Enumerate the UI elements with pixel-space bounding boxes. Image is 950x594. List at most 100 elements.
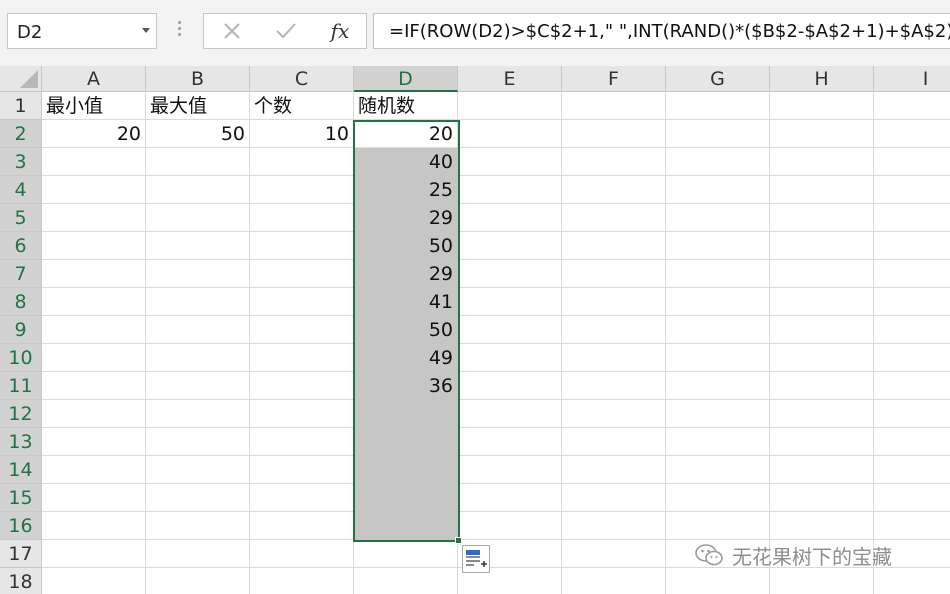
cell-g6[interactable] xyxy=(666,232,770,260)
column-header-i[interactable]: I xyxy=(874,66,950,92)
cell-h2[interactable] xyxy=(770,120,874,148)
cell-f2[interactable] xyxy=(562,120,666,148)
cell-a5[interactable] xyxy=(42,204,146,232)
cell-f8[interactable] xyxy=(562,288,666,316)
cell-c5[interactable] xyxy=(250,204,354,232)
cell-d12[interactable] xyxy=(354,400,458,428)
cell-d13[interactable] xyxy=(354,428,458,456)
cell-h1[interactable] xyxy=(770,92,874,120)
cell-d18[interactable] xyxy=(354,568,458,594)
cell-h13[interactable] xyxy=(770,428,874,456)
cell-a17[interactable] xyxy=(42,540,146,568)
cell-e15[interactable] xyxy=(458,484,562,512)
cell-g13[interactable] xyxy=(666,428,770,456)
formula-input[interactable]: =IF(ROW(D2)>$C$2+1," ",INT(RAND()*($B$2-… xyxy=(373,13,950,49)
cell-h9[interactable] xyxy=(770,316,874,344)
quick-analysis-button[interactable] xyxy=(462,545,490,573)
cell-a4[interactable] xyxy=(42,176,146,204)
row-header-1[interactable]: 1 xyxy=(0,92,42,120)
cell-g16[interactable] xyxy=(666,512,770,540)
cell-h4[interactable] xyxy=(770,176,874,204)
cell-i1[interactable] xyxy=(874,92,950,120)
cell-b9[interactable] xyxy=(146,316,250,344)
row-header-13[interactable]: 13 xyxy=(0,428,42,456)
drag-handle-icon[interactable] xyxy=(176,21,182,43)
cell-b16[interactable] xyxy=(146,512,250,540)
cell-c18[interactable] xyxy=(250,568,354,594)
cell-e14[interactable] xyxy=(458,456,562,484)
cell-c1[interactable]: 个数 xyxy=(250,92,354,120)
cell-f9[interactable] xyxy=(562,316,666,344)
enter-button[interactable] xyxy=(260,14,312,48)
cell-g7[interactable] xyxy=(666,260,770,288)
cell-g11[interactable] xyxy=(666,372,770,400)
cell-d8[interactable]: 41 xyxy=(354,288,458,316)
column-header-d[interactable]: D xyxy=(354,66,458,92)
cell-h15[interactable] xyxy=(770,484,874,512)
row-header-4[interactable]: 4 xyxy=(0,176,42,204)
row-header-7[interactable]: 7 xyxy=(0,260,42,288)
row-header-18[interactable]: 18 xyxy=(0,568,42,594)
cell-f14[interactable] xyxy=(562,456,666,484)
fill-handle[interactable] xyxy=(455,537,462,544)
row-header-3[interactable]: 3 xyxy=(0,148,42,176)
select-all-button[interactable] xyxy=(0,66,42,92)
cell-b14[interactable] xyxy=(146,456,250,484)
cell-f16[interactable] xyxy=(562,512,666,540)
name-box[interactable]: D2 xyxy=(7,13,157,49)
cell-a18[interactable] xyxy=(42,568,146,594)
cell-i11[interactable] xyxy=(874,372,950,400)
cell-e4[interactable] xyxy=(458,176,562,204)
row-header-14[interactable]: 14 xyxy=(0,456,42,484)
cell-i18[interactable] xyxy=(874,568,950,594)
cell-a13[interactable] xyxy=(42,428,146,456)
cell-a11[interactable] xyxy=(42,372,146,400)
cell-a9[interactable] xyxy=(42,316,146,344)
cell-d3[interactable]: 40 xyxy=(354,148,458,176)
cell-a8[interactable] xyxy=(42,288,146,316)
cell-g14[interactable] xyxy=(666,456,770,484)
cell-h6[interactable] xyxy=(770,232,874,260)
cell-e1[interactable] xyxy=(458,92,562,120)
cell-e6[interactable] xyxy=(458,232,562,260)
cell-h8[interactable] xyxy=(770,288,874,316)
cell-i14[interactable] xyxy=(874,456,950,484)
cell-c14[interactable] xyxy=(250,456,354,484)
cell-c2[interactable]: 10 xyxy=(250,120,354,148)
cell-b13[interactable] xyxy=(146,428,250,456)
cell-b17[interactable] xyxy=(146,540,250,568)
cell-d2[interactable]: 20 xyxy=(354,120,458,148)
cell-f3[interactable] xyxy=(562,148,666,176)
cell-e3[interactable] xyxy=(458,148,562,176)
cell-f13[interactable] xyxy=(562,428,666,456)
cell-i16[interactable] xyxy=(874,512,950,540)
cell-b4[interactable] xyxy=(146,176,250,204)
cell-i15[interactable] xyxy=(874,484,950,512)
column-header-h[interactable]: H xyxy=(770,66,874,92)
row-header-12[interactable]: 12 xyxy=(0,400,42,428)
cell-f17[interactable] xyxy=(562,540,666,568)
cell-b18[interactable] xyxy=(146,568,250,594)
cell-d9[interactable]: 50 xyxy=(354,316,458,344)
cell-i8[interactable] xyxy=(874,288,950,316)
cell-a15[interactable] xyxy=(42,484,146,512)
cell-c10[interactable] xyxy=(250,344,354,372)
cell-i2[interactable] xyxy=(874,120,950,148)
cell-b6[interactable] xyxy=(146,232,250,260)
cell-i7[interactable] xyxy=(874,260,950,288)
cell-i12[interactable] xyxy=(874,400,950,428)
cell-b1[interactable]: 最大值 xyxy=(146,92,250,120)
cell-e10[interactable] xyxy=(458,344,562,372)
cell-g15[interactable] xyxy=(666,484,770,512)
cell-c8[interactable] xyxy=(250,288,354,316)
cell-a14[interactable] xyxy=(42,456,146,484)
cell-g8[interactable] xyxy=(666,288,770,316)
column-header-b[interactable]: B xyxy=(146,66,250,92)
cell-g9[interactable] xyxy=(666,316,770,344)
cell-e8[interactable] xyxy=(458,288,562,316)
row-header-17[interactable]: 17 xyxy=(0,540,42,568)
cell-g1[interactable] xyxy=(666,92,770,120)
cell-c6[interactable] xyxy=(250,232,354,260)
cell-f7[interactable] xyxy=(562,260,666,288)
cell-f11[interactable] xyxy=(562,372,666,400)
